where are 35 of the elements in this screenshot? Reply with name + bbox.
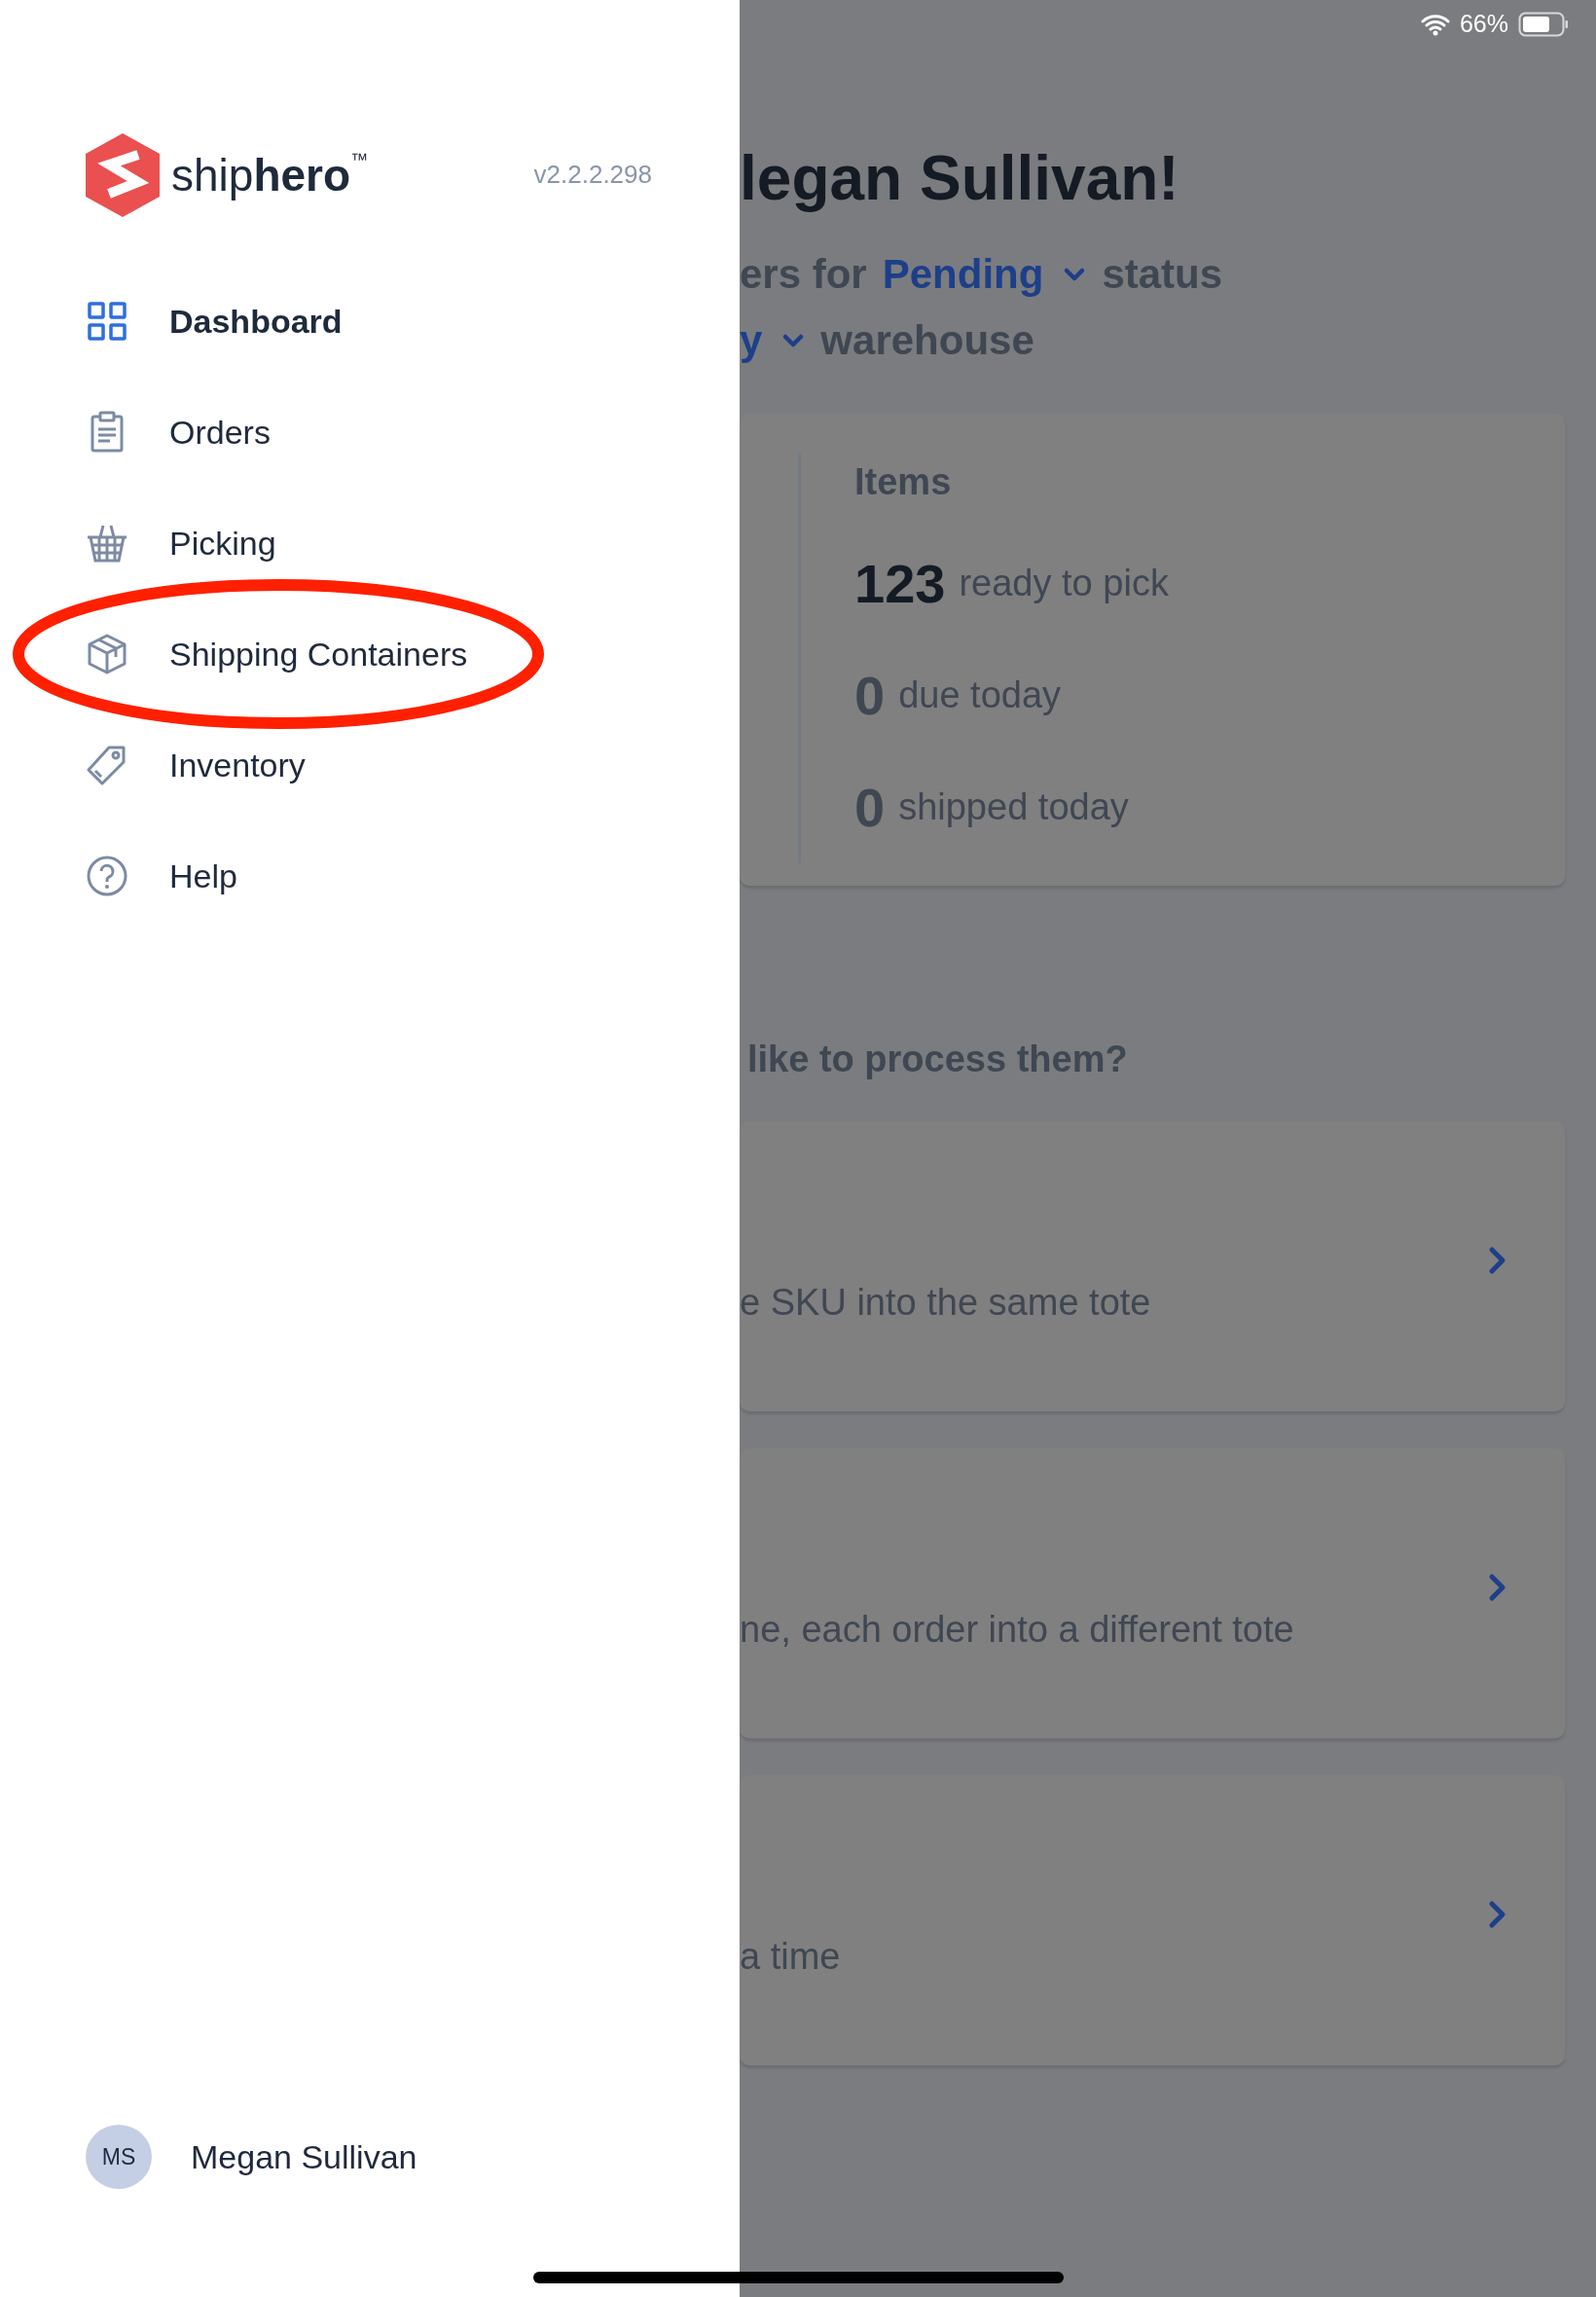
chevron-down-icon [1063, 266, 1087, 283]
filter-text: status [1102, 251, 1223, 298]
greeting-title: legan Sullivan! [740, 142, 1180, 215]
battery-percentage: 66% [1459, 10, 1508, 38]
help-icon [86, 855, 128, 897]
wifi-icon [1420, 12, 1450, 36]
menu-item[interactable]: Inventory [169, 746, 306, 784]
chevron-down-icon [781, 332, 806, 349]
stat-count: 0 [854, 776, 886, 839]
brand-name: shiphero$^{™}$ [171, 148, 370, 201]
stat-label: shipped today [898, 786, 1129, 828]
menu-item[interactable]: Help [169, 857, 237, 895]
version-label: v2.2.2.298 [533, 160, 652, 190]
stat-label: due today [898, 675, 1062, 716]
logo-icon [86, 132, 160, 217]
menu-item[interactable]: Picking [169, 524, 276, 563]
stat-count: 0 [854, 664, 886, 727]
grid-icon [86, 300, 128, 343]
tag-icon [86, 744, 128, 786]
stats-title: Items [854, 460, 953, 504]
option-description: ne, each order into a different tote [740, 1608, 1295, 1652]
menu-item[interactable]: Dashboard [169, 302, 343, 341]
filter-text: warehouse [820, 317, 1034, 364]
user-avatar[interactable]: MS [86, 2125, 152, 2189]
option-description: e SKU into the same tote [740, 1281, 1152, 1325]
battery-icon [1518, 11, 1569, 37]
option-description: a time [740, 1935, 842, 1979]
menu-item[interactable]: Shipping Containers [169, 635, 468, 674]
stat-label: ready to pick [959, 563, 1169, 604]
filter-text: ers for [740, 251, 867, 298]
box-icon [86, 633, 128, 675]
menu-item[interactable]: Orders [169, 413, 271, 452]
stat-count: 123 [854, 552, 946, 615]
section-question: like to process them? [746, 1038, 1129, 1081]
user-name: Megan Sullivan [191, 2137, 417, 2176]
